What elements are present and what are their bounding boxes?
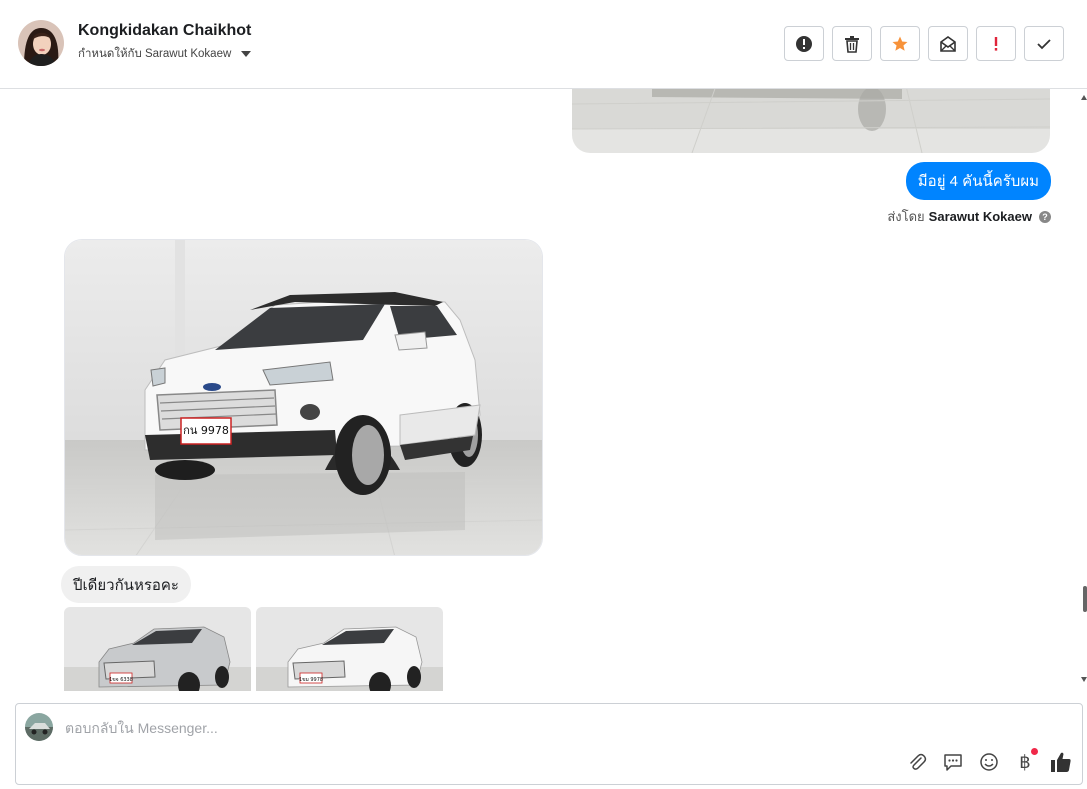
thumbs-up-icon: [1051, 752, 1071, 772]
assignee-dropdown[interactable]: กำหนดให้กับ Sarawut Kokaew: [78, 45, 252, 63]
important-button[interactable]: [976, 26, 1016, 61]
envelope-icon: [940, 35, 956, 52]
star-button[interactable]: [880, 26, 920, 61]
sent-by-name: Sarawut Kokaew: [928, 209, 1032, 224]
thread-scrollbar[interactable]: [1081, 89, 1087, 691]
car-photo-main[interactable]: กน 9978: [64, 239, 543, 556]
emoji-button[interactable]: [978, 750, 1000, 774]
composer-actions: ฿: [906, 748, 1072, 774]
trash-icon: [845, 35, 859, 53]
license-plate: กน 9978: [183, 424, 229, 437]
help-icon[interactable]: ?: [1039, 210, 1051, 223]
conversation-toolbar: [784, 26, 1064, 61]
caret-down-icon: [241, 51, 252, 57]
thumb-plate-2: 1ขม 9978: [299, 677, 323, 683]
assignee-label: กำหนดให้กับ Sarawut Kokaew: [78, 48, 232, 60]
thumb-plate-1: 1ขจ 6338: [109, 677, 133, 683]
exclamation-icon: [994, 36, 998, 51]
scroll-up-arrow-icon[interactable]: [1081, 95, 1087, 100]
saved-reply-icon: [944, 754, 962, 771]
emoji-icon: [980, 753, 998, 771]
check-icon: [1037, 38, 1051, 49]
car-photo-thumb-1[interactable]: 1ขจ 6338: [64, 607, 251, 691]
incoming-message[interactable]: ปีเดียวกันหรอคะ: [61, 566, 191, 603]
star-icon: [892, 36, 908, 51]
sent-by-prefix: ส่งโดย: [887, 209, 925, 224]
like-button[interactable]: [1050, 750, 1072, 774]
paperclip-icon: [910, 753, 927, 770]
reply-input[interactable]: [65, 718, 965, 738]
baht-icon: ฿: [1019, 751, 1031, 773]
spam-button[interactable]: [784, 26, 824, 61]
outgoing-message[interactable]: มีอยู่ 4 คันนี้ครับผม: [905, 162, 1051, 200]
done-button[interactable]: [1024, 26, 1064, 61]
payment-button[interactable]: ฿: [1014, 748, 1038, 774]
mark-unread-button[interactable]: [928, 26, 968, 61]
delete-button[interactable]: [832, 26, 872, 61]
page-avatar: [25, 713, 53, 741]
attach-button[interactable]: [906, 750, 928, 774]
scroll-down-arrow-icon[interactable]: [1081, 677, 1087, 682]
car-photo-thumb-2[interactable]: 1ขม 9978: [256, 607, 443, 691]
contact-name[interactable]: Kongkidakan Chaikhot: [78, 22, 251, 40]
reply-composer: ฿: [15, 703, 1083, 785]
contact-avatar[interactable]: [18, 20, 64, 66]
message-thread[interactable]: มีอยู่ 4 คันนี้ครับผม ส่งโดย Sarawut Kok…: [0, 89, 1087, 691]
alert-circle-icon: [796, 35, 812, 52]
scrollbar-thumb[interactable]: [1083, 586, 1087, 612]
notification-dot: [1031, 748, 1038, 755]
sent-by-label: ส่งโดย Sarawut Kokaew ?: [887, 206, 1051, 227]
saved-replies-button[interactable]: [942, 750, 964, 774]
car-photo-previous[interactable]: [572, 89, 1050, 153]
conversation-header: Kongkidakan Chaikhot กำหนดให้กับ Sarawut…: [0, 0, 1087, 89]
